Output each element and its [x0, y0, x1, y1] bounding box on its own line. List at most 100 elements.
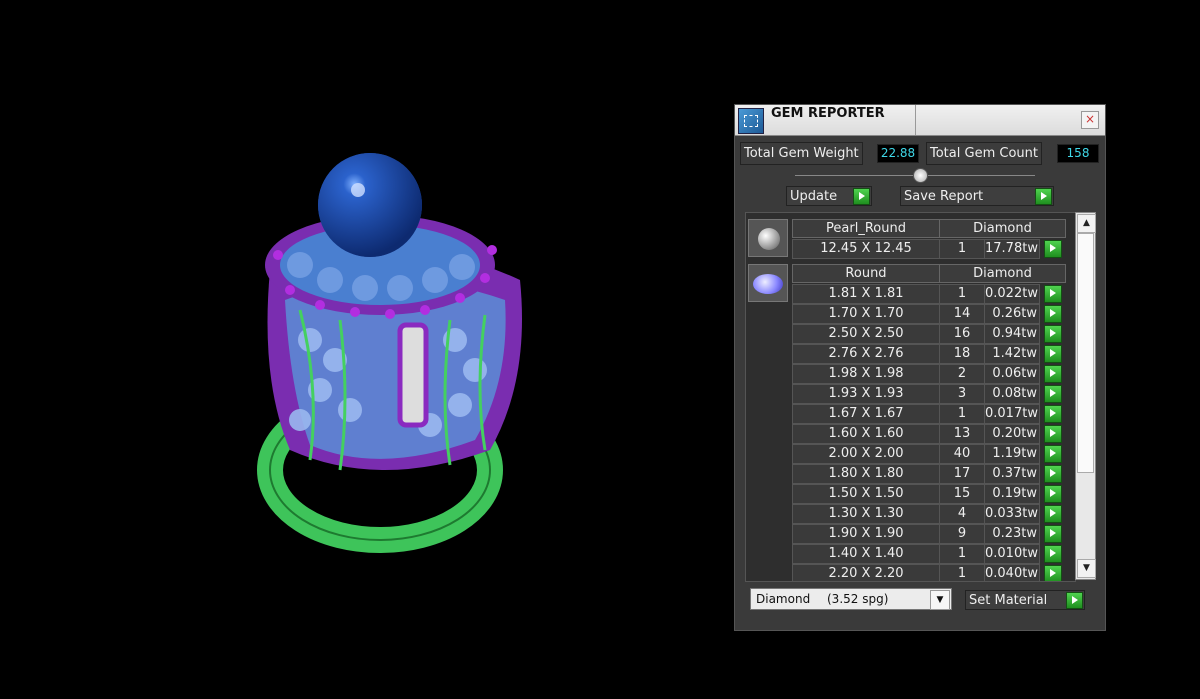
- gem-weight: 0.94tw: [984, 324, 1040, 344]
- slider-handle[interactable]: [913, 168, 928, 183]
- play-arrow-icon[interactable]: [1044, 405, 1062, 423]
- gem-size: 1.60 X 1.60: [792, 424, 940, 444]
- gem-count: 9: [939, 524, 985, 544]
- gem-size: 1.98 X 1.98: [792, 364, 940, 384]
- play-arrow-icon: [1035, 188, 1052, 205]
- gem-row[interactable]: 1.70 X 1.70 14 0.26tw: [792, 304, 1075, 324]
- total-gem-count-label: Total Gem Count: [926, 142, 1042, 165]
- gem-count: 3: [939, 384, 985, 404]
- panel-titlebar[interactable]: GEM REPORTER ×: [735, 105, 1105, 136]
- total-gem-weight-value: 22.88: [877, 144, 919, 163]
- play-arrow-icon[interactable]: [1044, 385, 1062, 403]
- gem-size: 1.50 X 1.50: [792, 484, 940, 504]
- pearl-icon[interactable]: [748, 219, 788, 257]
- gem-row[interactable]: 12.45 X 12.45 1 17.78tw: [792, 239, 1075, 259]
- gem-row[interactable]: 1.90 X 1.90 9 0.23tw: [792, 524, 1075, 544]
- gem-count: 1: [939, 404, 985, 424]
- gem-weight: 0.010tw: [984, 544, 1040, 564]
- gem-weight: 0.040tw: [984, 564, 1040, 581]
- chevron-down-icon[interactable]: ▼: [930, 590, 950, 610]
- gem-weight: 0.26tw: [984, 304, 1040, 324]
- play-arrow-icon: [853, 188, 870, 205]
- gem-row[interactable]: 2.50 X 2.50 16 0.94tw: [792, 324, 1075, 344]
- list-scrollbar[interactable]: ▲ ▼: [1075, 212, 1096, 580]
- play-arrow-icon[interactable]: [1044, 240, 1062, 258]
- play-arrow-icon[interactable]: [1044, 445, 1062, 463]
- play-arrow-icon[interactable]: [1044, 505, 1062, 523]
- gem-row[interactable]: 1.50 X 1.50 15 0.19tw: [792, 484, 1075, 504]
- gem-size: 1.81 X 1.81: [792, 284, 940, 304]
- play-arrow-icon[interactable]: [1044, 545, 1062, 563]
- gem-weight: 1.19tw: [984, 444, 1040, 464]
- gem-reporter-panel: GEM REPORTER × Total Gem Weight 22.88 To…: [734, 104, 1106, 631]
- update-button[interactable]: Update: [786, 186, 872, 206]
- gem-size: 12.45 X 12.45: [792, 239, 940, 259]
- total-gem-count-value: 158: [1057, 144, 1099, 163]
- scroll-up-icon[interactable]: ▲: [1077, 214, 1096, 233]
- play-arrow-icon[interactable]: [1044, 565, 1062, 581]
- material-name: Diamond: [756, 592, 811, 606]
- save-report-button[interactable]: Save Report: [900, 186, 1054, 206]
- gem-count: 1: [939, 564, 985, 581]
- play-arrow-icon: [1066, 592, 1083, 609]
- play-arrow-icon[interactable]: [1044, 325, 1062, 343]
- play-arrow-icon[interactable]: [1044, 345, 1062, 363]
- gem-row[interactable]: 1.67 X 1.67 1 0.017tw: [792, 404, 1075, 424]
- gem-count: 1: [939, 544, 985, 564]
- gem-count: 1: [939, 239, 985, 259]
- gem-preview: [758, 228, 780, 250]
- material-header: Diamond: [939, 264, 1066, 283]
- gem-list[interactable]: Pearl_Round Diamond 12.45 X 12.45 1 17.78tw R…: [745, 212, 1076, 582]
- save-report-label: Save Report: [904, 189, 984, 204]
- gem-size: 2.00 X 2.00: [792, 444, 940, 464]
- gem-size: 1.30 X 1.30: [792, 504, 940, 524]
- play-arrow-icon[interactable]: [1044, 485, 1062, 503]
- gem-size: 1.40 X 1.40: [792, 544, 940, 564]
- play-arrow-icon[interactable]: [1044, 425, 1062, 443]
- gem-size: 1.67 X 1.67: [792, 404, 940, 424]
- gem-weight: 0.08tw: [984, 384, 1040, 404]
- gem-weight: 0.022tw: [984, 284, 1040, 304]
- gem-size: 2.76 X 2.76: [792, 344, 940, 364]
- gem-size: 2.50 X 2.50: [792, 324, 940, 344]
- play-arrow-icon[interactable]: [1044, 465, 1062, 483]
- gem-row[interactable]: 2.20 X 2.20 1 0.040tw: [792, 564, 1075, 581]
- gem-count: 18: [939, 344, 985, 364]
- gem-weight: 0.19tw: [984, 484, 1040, 504]
- close-button[interactable]: ×: [1081, 111, 1099, 129]
- gem-row[interactable]: 2.76 X 2.76 18 1.42tw: [792, 344, 1075, 364]
- gem-weight: 0.017tw: [984, 404, 1040, 424]
- gem-weight: 0.23tw: [984, 524, 1040, 544]
- gem-weight: 17.78tw: [984, 239, 1040, 259]
- round-gem-icon[interactable]: [748, 264, 788, 302]
- set-material-button[interactable]: Set Material: [965, 590, 1085, 610]
- gem-weight: 0.033tw: [984, 504, 1040, 524]
- gem-row[interactable]: 2.00 X 2.00 40 1.19tw: [792, 444, 1075, 464]
- gem-count: 40: [939, 444, 985, 464]
- gem-size: 1.80 X 1.80: [792, 464, 940, 484]
- gem-size: 1.70 X 1.70: [792, 304, 940, 324]
- play-arrow-icon[interactable]: [1044, 305, 1062, 323]
- gem-weight: 0.06tw: [984, 364, 1040, 384]
- play-arrow-icon[interactable]: [1044, 285, 1062, 303]
- ring-model: [257, 153, 522, 553]
- scroll-thumb[interactable]: [1077, 233, 1094, 473]
- gem-weight: 0.37tw: [984, 464, 1040, 484]
- gem-count: 2: [939, 364, 985, 384]
- gem-row[interactable]: 1.80 X 1.80 17 0.37tw: [792, 464, 1075, 484]
- gem-row[interactable]: 1.30 X 1.30 4 0.033tw: [792, 504, 1075, 524]
- material-select[interactable]: Diamond (3.52 spg) ▼: [750, 588, 952, 610]
- update-label: Update: [790, 189, 838, 204]
- gem-row[interactable]: 1.93 X 1.93 3 0.08tw: [792, 384, 1075, 404]
- panel-title: GEM REPORTER: [771, 106, 885, 121]
- gem-row[interactable]: 1.60 X 1.60 13 0.20tw: [792, 424, 1075, 444]
- gem-row[interactable]: 1.81 X 1.81 1 0.022tw: [792, 284, 1075, 304]
- play-arrow-icon[interactable]: [1044, 525, 1062, 543]
- scroll-down-icon[interactable]: ▼: [1077, 559, 1096, 578]
- gem-count: 4: [939, 504, 985, 524]
- gem-row[interactable]: 1.98 X 1.98 2 0.06tw: [792, 364, 1075, 384]
- shape-header: Round: [792, 264, 940, 283]
- 3d-viewport[interactable]: [0, 0, 730, 699]
- play-arrow-icon[interactable]: [1044, 365, 1062, 383]
- gem-row[interactable]: 1.40 X 1.40 1 0.010tw: [792, 544, 1075, 564]
